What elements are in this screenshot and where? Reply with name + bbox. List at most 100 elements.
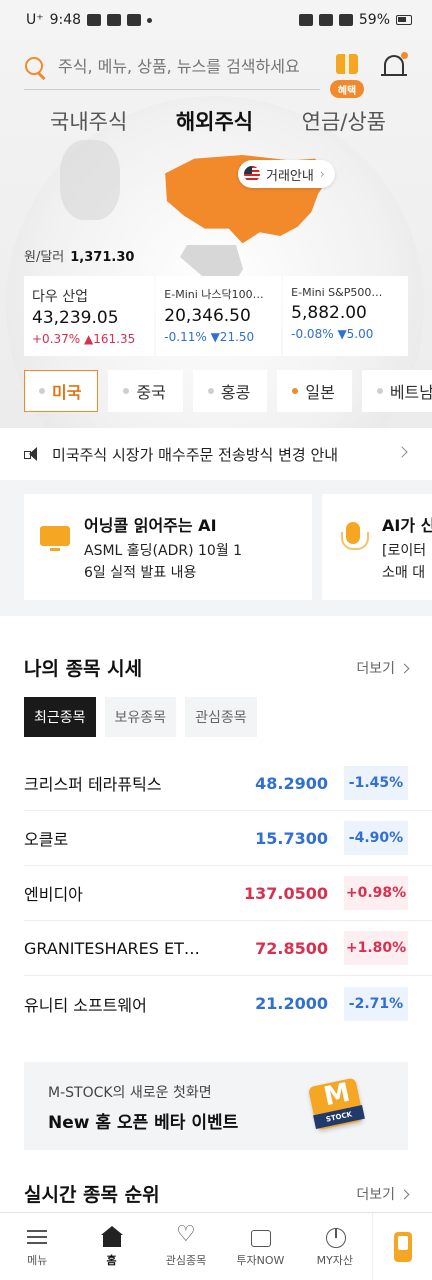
notification-dot [401,52,408,59]
stock-price: 137.0500 [243,883,328,903]
battery-level: 59% [358,12,390,28]
my-stocks-more-link[interactable]: 더보기 [356,658,410,678]
tab-recent-stocks[interactable]: 최근종목 [24,697,96,737]
stock-price: 48.2900 [255,773,328,793]
event-banner[interactable]: M-STOCK의 새로운 첫화면 New 홈 오픈 베타 이벤트 M STOCK [24,1062,408,1150]
microphone-icon [336,522,370,556]
gift-icon [336,54,358,74]
notice-text: 미국주식 시장가 매수주문 전송방식 변경 안내 [52,445,339,464]
nav-watchlist[interactable]: 관심종목 [149,1213,223,1280]
chevron-right-icon: › [319,167,325,181]
exchange-rate-value: 1,371.30 [70,250,135,265]
index-change-pct: +0.37% [32,332,81,346]
market-tabs: 국내주식 해외주식 연금/상품 [0,106,432,136]
invest-icon [249,1226,272,1248]
stock-name: 엔비디아 [24,885,83,904]
realtime-rank-title: 실시간 종목 순위 [24,1184,160,1206]
index-change-pct: -0.11% [164,330,207,344]
stock-name: 크리스퍼 테라퓨틱스 [24,775,162,794]
stock-change-badge: -2.71% [344,986,408,1021]
tab-overseas-stocks[interactable]: 해외주식 [176,106,253,136]
index-change-pct: -0.08% [291,327,334,341]
country-chips: 미국 중국 홍콩 일본 베트남 [24,370,432,412]
ai-card-line: 소매 대 [382,565,426,581]
stock-price: 21.2000 [255,994,328,1013]
trade-info-button[interactable]: 거래안내 › [238,160,335,188]
chip-china[interactable]: 중국 [108,370,183,412]
menu-icon [26,1226,48,1248]
nav-menu[interactable]: 메뉴 [0,1213,74,1280]
table-row[interactable]: 크리스퍼 테라퓨틱스 48.2900 -1.45% [24,756,432,811]
tab-domestic-stocks[interactable]: 국내주식 [50,106,127,136]
mstock-logo-icon: M STOCK [307,1074,368,1134]
index-card-nasdaq[interactable]: E-Mini 나스닥100… 20,346.50 -0.11% ▼21.50 [156,276,282,356]
chip-japan[interactable]: 일본 [277,370,352,412]
heart-icon [175,1222,197,1248]
carrier-label: U⁺ [26,12,44,28]
ai-card-line: 6일 실적 발표 내용 [84,565,197,581]
chip-vietnam[interactable]: 베트남 [361,370,432,412]
chevron-right-icon [396,446,408,458]
nav-my-assets[interactable]: MY자산 [298,1213,372,1280]
index-change: ▼21.50 [210,330,255,344]
table-row[interactable]: 유니티 소프트웨어 21.2000 -2.71% [24,976,432,1031]
ai-card-earnings[interactable]: 어닝콜 읽어주는 AI ASML 홀딩(ADR) 10월 1 6일 실적 발표 … [24,494,312,600]
search-input[interactable] [58,57,308,76]
exchange-rate-label: 원/달러 [24,250,65,265]
index-name: E-Mini S&P500… [291,286,383,299]
notice-banner[interactable]: 미국주식 시장가 매수주문 전송방식 변경 안내 [0,428,432,480]
stock-change-badge: -4.90% [344,821,408,855]
nav-home[interactable]: 홈 [74,1213,148,1280]
stock-change-badge: -1.45% [344,766,408,800]
index-value: 20,346.50 [164,306,251,326]
landmass [60,140,120,220]
ai-card-line: [로이터 [382,543,427,559]
index-name: E-Mini 나스닥100… [164,288,264,301]
chat-icon [107,14,122,26]
more-dot-icon [147,17,153,23]
bell-icon [384,55,404,75]
index-card-dow[interactable]: 다우 산업 43,239.05 +0.37% ▲161.35 [24,276,155,356]
chip-hongkong[interactable]: 홍콩 [192,370,268,412]
search-icon[interactable] [24,56,46,78]
pie-chart-icon [324,1226,346,1248]
ai-card-news[interactable]: AI가 신 [로이터 소매 대 [322,494,432,600]
battery-icon [396,15,412,25]
table-row[interactable]: 오클로 15.7300 -4.90% [24,811,432,866]
benefit-badge: 혜택 [330,80,364,98]
us-flag-icon [244,166,260,182]
chevron-right-icon [399,663,410,673]
nav-invest-now[interactable]: 투자NOW [223,1213,297,1280]
nav-phone-shortcut[interactable] [372,1213,432,1280]
ai-card-line: ASML 홀딩(ADR) 10월 1 [84,543,243,559]
speaker-icon [24,447,40,461]
gallery-icon [87,14,102,26]
index-value: 5,882.00 [291,303,367,323]
alarm-icon [298,14,313,26]
stock-name: GRANITESHARES ETF T… [24,938,216,958]
index-card-sp500[interactable]: E-Mini S&P500… 5,882.00 -0.08% ▼5.00 [283,276,409,356]
index-change: ▲161.35 [84,332,136,346]
stock-price: 72.8500 [255,938,328,958]
stock-change-badge: +1.80% [344,931,408,965]
stock-price: 15.7300 [255,828,328,848]
notification-button[interactable] [380,52,408,80]
index-value: 43,239.05 [32,308,119,328]
stock-name: 유니티 소프트웨어 [24,995,147,1015]
realtime-rank-more-link[interactable]: 더보기 [356,1184,410,1204]
bluetooth-icon [318,14,333,26]
tab-holding-stocks[interactable]: 보유종목 [104,697,177,737]
table-row[interactable]: 엔비디아 137.0500 +0.98% [24,866,432,921]
ai-card-title: 어닝콜 읽어주는 AI [84,516,217,535]
search-bar[interactable] [24,44,320,90]
signal-icon [338,14,353,26]
ai-card-carousel[interactable]: 어닝콜 읽어주는 AI ASML 홀딩(ADR) 10월 1 6일 실적 발표 … [0,480,432,616]
tab-watchlist-stocks[interactable]: 관심종목 [185,697,257,737]
chip-usa[interactable]: 미국 [24,370,99,412]
index-name: 다우 산업 [32,289,88,304]
tab-pension-products[interactable]: 연금/상품 [302,106,386,136]
benefit-button[interactable]: 혜택 [330,52,364,102]
stock-change-badge: +0.98% [344,876,408,910]
table-row[interactable]: GRANITESHARES ETF T… 72.8500 +1.80% [24,921,432,976]
stock-list: 크리스퍼 테라퓨틱스 48.2900 -1.45% 오클로 15.7300 -4… [24,756,432,1031]
